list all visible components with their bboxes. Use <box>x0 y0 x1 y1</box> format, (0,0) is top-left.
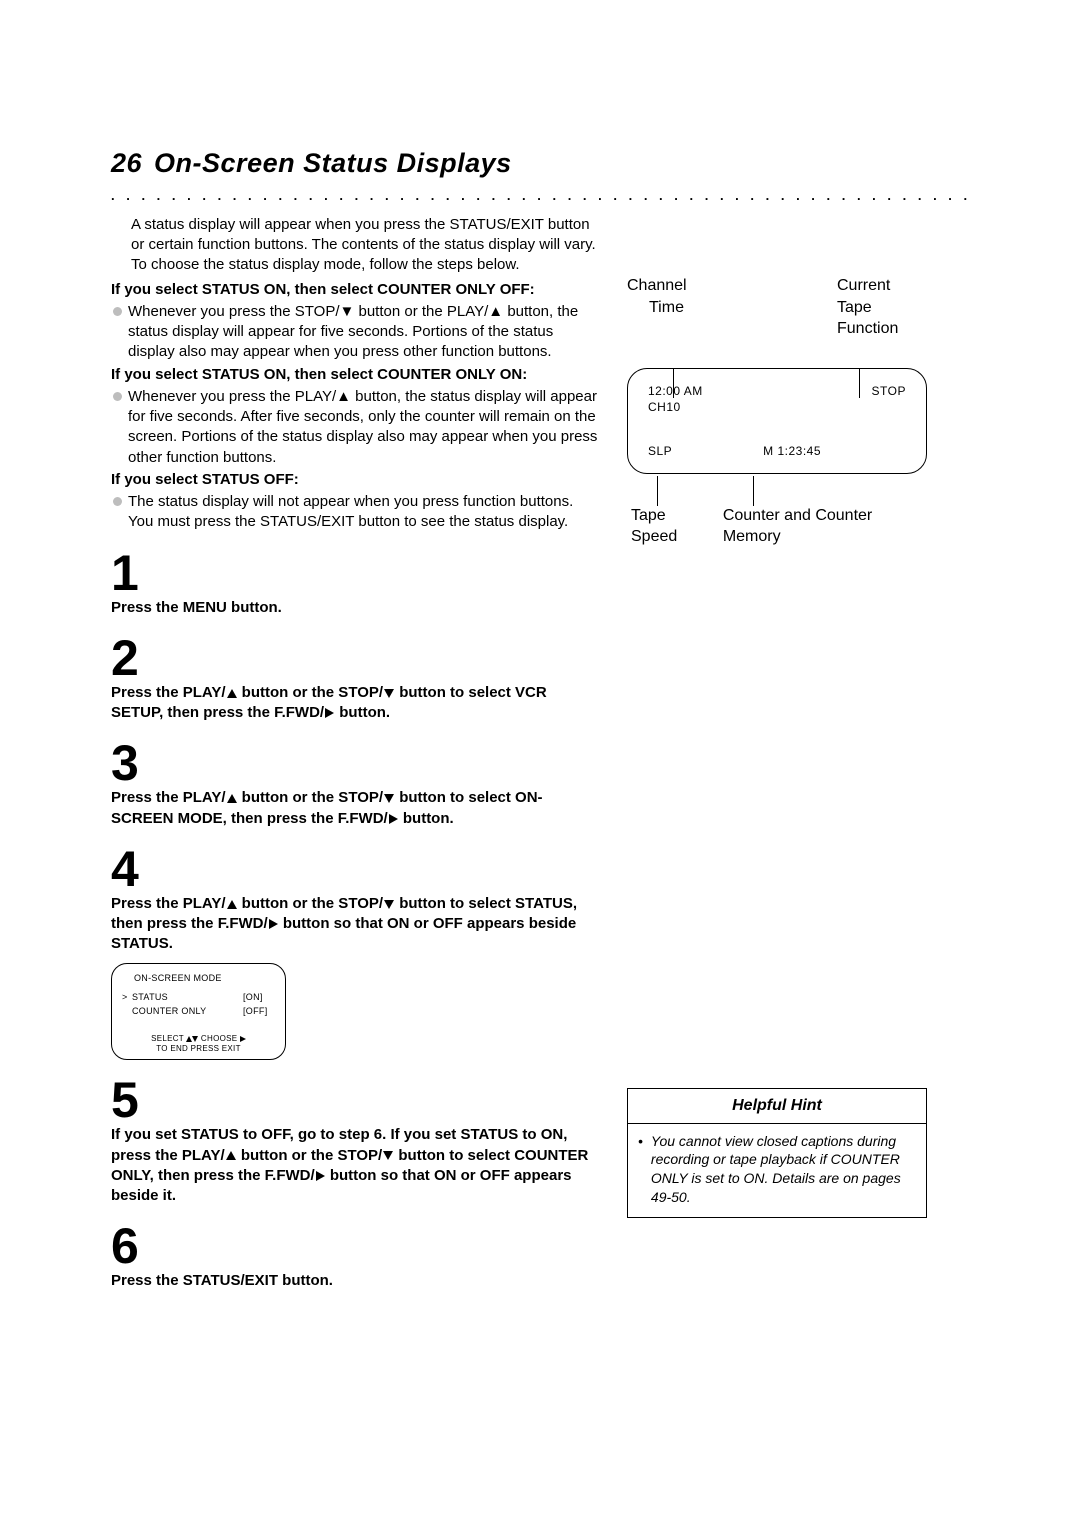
step-4-part-b: button or the STOP/ <box>238 895 384 912</box>
condition-heading-1: If you select STATUS ON, then select COU… <box>111 280 601 300</box>
step-5-part-b: button or the STOP/ <box>237 1147 383 1164</box>
osd-title: ON-SCREEN MODE <box>134 972 275 986</box>
hint-box: Helpful Hint • You cannot view closed ca… <box>627 1088 927 1218</box>
up-arrow-icon <box>227 794 237 803</box>
right-arrow-icon <box>269 919 278 929</box>
step-3-part-d: button. <box>399 810 454 827</box>
condition-body-3: The status display will not appear when … <box>128 492 601 533</box>
down-arrow-icon <box>384 900 394 909</box>
up-arrow-icon <box>227 900 237 909</box>
step-2-part-d: button. <box>335 704 390 721</box>
osd-cursor: > <box>122 991 132 1005</box>
status-tape-speed: SLP <box>648 443 672 459</box>
step-4-part-a: Press the PLAY/ <box>111 895 226 912</box>
right-arrow-icon <box>316 1171 325 1181</box>
step-number-3: 3 <box>111 741 601 786</box>
status-function: STOP <box>872 383 906 415</box>
step-6-text: Press the STATUS/EXIT button. <box>111 1271 601 1291</box>
step-number-2: 2 <box>111 636 601 681</box>
condition-body-1: Whenever you press the STOP/▼ button or … <box>128 302 601 363</box>
left-column: A status display will appear when you pr… <box>111 215 601 1292</box>
dot-leader: . . . . . . . . . . . . . . . . . . . . … <box>111 187 975 205</box>
right-column: Channel Time Current Tape Function 12:00… <box>627 215 927 1292</box>
status-channel: CH10 <box>648 399 703 415</box>
bullet-icon <box>113 392 122 401</box>
osd-foot-line-1: SELECT CHOOSE <box>122 1034 275 1044</box>
step-3-part-a: Press the PLAY/ <box>111 789 226 806</box>
osd-status-value: [ON] <box>243 991 275 1005</box>
up-arrow-icon <box>226 1151 236 1160</box>
right-arrow-icon <box>389 814 398 824</box>
right-arrow-icon <box>325 708 334 718</box>
hint-title: Helpful Hint <box>628 1089 926 1124</box>
hint-body-text: You cannot view closed captions during r… <box>651 1132 916 1208</box>
step-number-4: 4 <box>111 847 601 892</box>
hint-bullet: • <box>638 1132 643 1208</box>
step-5-text: If you set STATUS to OFF, go to step 6. … <box>111 1125 601 1206</box>
diagram-label-counter: Counter and Counter Memory <box>723 506 927 548</box>
diagram-label-tape-speed: Tape Speed <box>631 506 691 548</box>
condition-heading-3: If you select STATUS OFF: <box>111 470 601 490</box>
down-arrow-icon <box>384 689 394 698</box>
status-counter: M 1:23:45 <box>672 443 886 459</box>
step-1-text: Press the MENU button. <box>111 598 601 618</box>
section-title: On-Screen Status Displays <box>154 145 512 181</box>
down-arrow-icon <box>383 1151 393 1160</box>
right-arrow-icon <box>240 1036 246 1042</box>
osd-counter-label: COUNTER ONLY <box>132 1005 243 1019</box>
intro-paragraph: A status display will appear when you pr… <box>111 215 601 276</box>
bullet-icon <box>113 307 122 316</box>
page-number: 26 <box>111 145 142 181</box>
osd-menu-box: ON-SCREEN MODE > STATUS [ON] COUNTER ONL… <box>111 963 286 1061</box>
up-arrow-icon <box>227 689 237 698</box>
diagram-label-channel: Channel <box>627 275 687 297</box>
condition-heading-2: If you select STATUS ON, then select COU… <box>111 365 601 385</box>
step-3-part-b: button or the STOP/ <box>238 789 384 806</box>
down-arrow-icon <box>192 1036 198 1042</box>
step-number-5: 5 <box>111 1078 601 1123</box>
status-display-box: 12:00 AM CH10 STOP SLP M 1:23:45 <box>627 368 927 475</box>
osd-counter-value: [OFF] <box>243 1005 275 1019</box>
step-2-text: Press the PLAY/ button or the STOP/ butt… <box>111 683 601 724</box>
osd-foot-line-2: TO END PRESS EXIT <box>122 1044 275 1054</box>
down-arrow-icon <box>384 794 394 803</box>
step-2-part-a: Press the PLAY/ <box>111 684 226 701</box>
status-time: 12:00 AM <box>648 383 703 399</box>
step-number-6: 6 <box>111 1224 601 1269</box>
step-number-1: 1 <box>111 551 601 596</box>
step-2-part-b: button or the STOP/ <box>238 684 384 701</box>
diagram-label-current-tape-function: Current Tape Function <box>837 275 927 340</box>
condition-body-2: Whenever you press the PLAY/▲ button, th… <box>128 387 601 468</box>
bullet-icon <box>113 497 122 506</box>
diagram-label-time: Time <box>627 297 687 319</box>
osd-status-label: STATUS <box>132 991 243 1005</box>
step-4-text: Press the PLAY/ button or the STOP/ butt… <box>111 894 601 955</box>
step-3-text: Press the PLAY/ button or the STOP/ butt… <box>111 788 601 829</box>
